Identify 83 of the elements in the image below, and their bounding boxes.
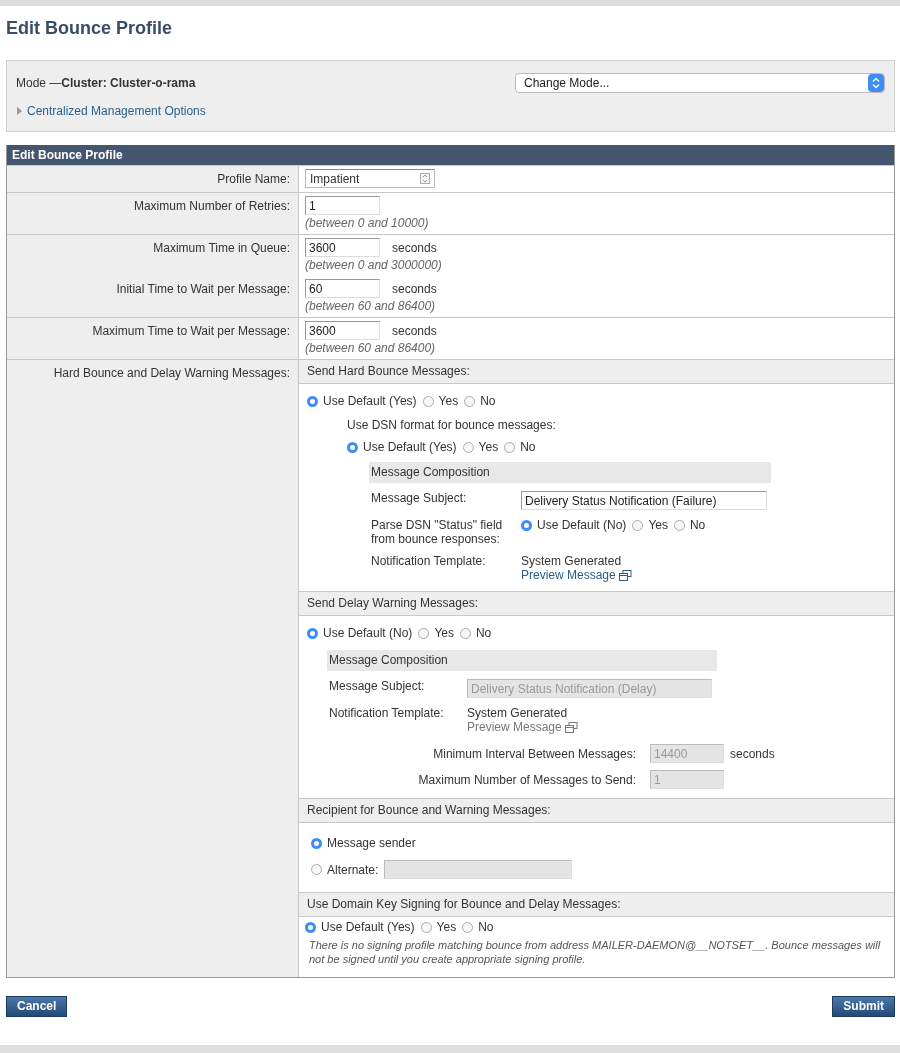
section-header: Send Delay Warning Messages:: [299, 592, 894, 616]
input-field[interactable]: 3600: [305, 321, 380, 340]
hint-text: (between 0 and 10000): [305, 216, 430, 230]
radio-button[interactable]: [311, 837, 322, 849]
radio-label[interactable]: Yes: [436, 920, 457, 934]
subject-field[interactable]: Delivery Status Notification (Failure): [521, 491, 767, 510]
radio-button[interactable]: [632, 519, 644, 531]
warning-note: There is no signing profile matching bounce from address MAILER-DAEMON@__NOTSET__. Bounce messages will not be signed until you create appropriate signing profile.: [308, 938, 882, 968]
field-label: Notification Template:: [328, 706, 445, 720]
preview-link[interactable]: Preview Message: [521, 568, 632, 582]
hint-text: (between 60 and 86400): [305, 299, 437, 313]
options-toggle[interactable]: Centralized Management Options: [16, 104, 206, 118]
radio-label[interactable]: No: [478, 920, 494, 934]
radio-button[interactable]: [305, 921, 316, 933]
radio-button[interactable]: [311, 864, 322, 875]
radio-label[interactable]: Message sender: [327, 836, 416, 850]
unit-label: seconds: [730, 746, 775, 761]
field-label: Hard Bounce and Delay Warning Messages:: [53, 366, 290, 380]
profile-name-field[interactable]: Impatient: [305, 169, 435, 188]
radio-label[interactable]: No: [475, 626, 492, 640]
radio-label[interactable]: Yes: [478, 440, 499, 454]
popup-window-icon: [618, 569, 632, 581]
unit-label: seconds: [392, 281, 437, 296]
field-label: Maximum Time to Wait per Message:: [92, 324, 290, 338]
select-stepper-icon: [868, 74, 884, 92]
radio-button[interactable]: [420, 921, 432, 933]
radio-label[interactable]: Alternate:: [327, 862, 379, 877]
radio-label[interactable]: Use Default (Yes): [323, 394, 417, 408]
radio-label[interactable]: Yes: [438, 394, 459, 408]
field-label: Profile Name:: [217, 172, 290, 186]
radio-button[interactable]: [521, 519, 532, 531]
field-label: Parse DSN "Status" field from bounce responses:: [370, 518, 504, 546]
radio-label[interactable]: Use Default (Yes): [321, 920, 415, 934]
disclosure-triangle-icon: [16, 107, 22, 115]
template-value: System Generated: [467, 706, 569, 720]
radio-button[interactable]: [347, 441, 358, 453]
radio-label[interactable]: Yes: [434, 626, 454, 640]
field-label: Notification Template:: [370, 554, 487, 568]
radio-button[interactable]: [422, 395, 434, 407]
unit-label: seconds: [392, 240, 437, 255]
field-label: Maximum Number of Retries:: [133, 199, 290, 213]
hint-text: (between 60 and 86400): [305, 341, 437, 355]
submit-button[interactable]: Submit: [832, 995, 895, 1017]
field-label: Message Subject:: [370, 491, 468, 505]
radio-button[interactable]: [462, 441, 474, 453]
radio-button[interactable]: [307, 627, 318, 639]
section-heading: Message Composition: [327, 650, 717, 671]
radio-label[interactable]: Use Default (No): [323, 626, 413, 640]
unit-label: seconds: [392, 323, 437, 338]
field-label: Minimum Interval Between Messages:: [432, 746, 637, 761]
field-label: Maximum Number of Messages to Send:: [417, 772, 637, 787]
radio-button[interactable]: [464, 395, 476, 407]
radio-button[interactable]: [459, 627, 471, 639]
radio-label[interactable]: No: [480, 394, 496, 408]
field-label: Use DSN format for bounce messages:: [347, 418, 557, 432]
template-value: System Generated: [521, 554, 623, 568]
popup-window-icon: [564, 721, 578, 733]
page-title: Edit Bounce Profile: [6, 17, 174, 40]
cancel-button[interactable]: Cancel: [6, 995, 68, 1017]
radio-button[interactable]: [462, 921, 474, 933]
section-header: Recipient for Bounce and Warning Messages:: [299, 799, 894, 823]
hint-text: (between 0 and 3000000): [305, 258, 443, 272]
radio-label[interactable]: No: [689, 518, 706, 532]
field-label: Message Subject:: [328, 679, 426, 693]
radio-label[interactable]: No: [520, 440, 536, 454]
radio-button[interactable]: [418, 627, 430, 639]
field-label: Initial Time to Wait per Message:: [116, 282, 290, 296]
radio-button[interactable]: [307, 395, 318, 407]
mode-label: Mode —Cluster: Cluster-o-rama: [16, 76, 196, 90]
input-field[interactable]: 60: [305, 279, 380, 298]
radio-button[interactable]: [673, 519, 685, 531]
field-label: Maximum Time in Queue:: [153, 241, 290, 255]
radio-label[interactable]: Use Default (No): [537, 518, 627, 532]
input-field[interactable]: 1: [305, 196, 380, 215]
section-heading: Message Composition: [369, 462, 771, 483]
radio-label[interactable]: Yes: [648, 518, 668, 532]
section-header: Send Hard Bounce Messages:: [299, 360, 894, 384]
radio-label[interactable]: Use Default (Yes): [363, 440, 457, 454]
panel-header: Edit Bounce Profile: [7, 145, 894, 165]
mode-select[interactable]: Change Mode...: [515, 73, 885, 93]
section-header: Use Domain Key Signing for Bounce and Delay Messages:: [299, 893, 894, 917]
radio-button[interactable]: [504, 441, 516, 453]
input-field[interactable]: 3600: [305, 238, 380, 257]
